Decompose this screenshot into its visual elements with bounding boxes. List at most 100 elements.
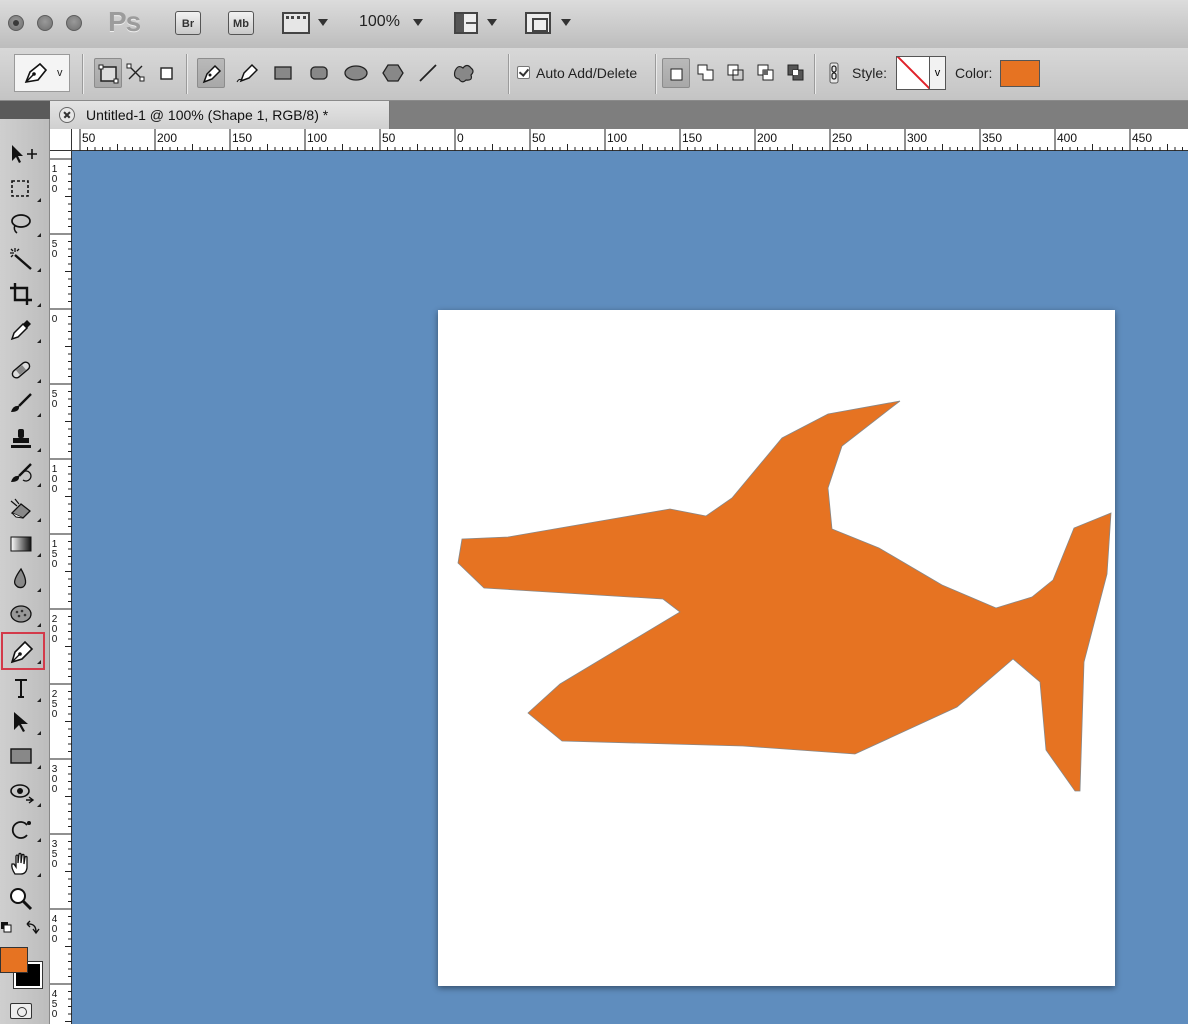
vertical-ruler[interactable] — [50, 151, 72, 1024]
marquee-tool[interactable] — [5, 174, 41, 204]
document-canvas[interactable] — [438, 310, 1115, 986]
view-extras-icon[interactable] — [282, 12, 310, 34]
custom-shape-icon — [453, 64, 474, 83]
ruler-origin[interactable] — [50, 129, 72, 151]
blur-tool[interactable] — [5, 564, 41, 594]
add-to-shape-area-button[interactable] — [692, 58, 720, 88]
zoom-level[interactable]: 100% — [359, 13, 400, 31]
sponge-tool[interactable] — [5, 599, 41, 629]
magic-wand-icon — [10, 248, 32, 270]
arrange-documents-icon[interactable] — [454, 12, 478, 34]
ruler-label: 450 — [1132, 131, 1153, 145]
launch-bridge-button[interactable]: Br — [175, 11, 201, 35]
tools-panel — [0, 119, 50, 1024]
tool-preset-picker[interactable]: v — [14, 54, 70, 92]
eyedropper-tool[interactable] — [5, 315, 41, 345]
paths-mode-button[interactable] — [122, 58, 150, 88]
line-tool-button[interactable] — [414, 58, 442, 88]
brush-tool[interactable] — [5, 389, 41, 419]
style-picker-dropdown[interactable]: v — [930, 56, 946, 90]
shape-color-swatch[interactable] — [1000, 60, 1040, 87]
history-brush-icon — [11, 463, 32, 482]
screen-mode-dropdown-icon[interactable] — [561, 19, 571, 26]
canvas-svg — [457, 400, 1112, 792]
ruler-label: 100 — [307, 131, 328, 145]
ruler-label: 50 — [82, 131, 96, 145]
separator — [82, 54, 83, 94]
ruler-label: 200 — [757, 131, 778, 145]
close-window-button[interactable] — [8, 15, 24, 31]
foreground-color-swatch[interactable] — [0, 947, 28, 973]
ruler-label: 0 — [457, 131, 464, 145]
minimize-window-button[interactable] — [37, 15, 53, 31]
intersect-shape-areas-button[interactable] — [752, 58, 780, 88]
path-selection-tool[interactable] — [5, 707, 41, 737]
crop-tool[interactable] — [5, 279, 41, 309]
link-layer-style-button[interactable] — [820, 58, 848, 88]
document-title: Untitled-1 @ 100% (Shape 1, RGB/8) * — [86, 107, 329, 123]
exclude-overlapping-areas-button[interactable] — [782, 58, 810, 88]
eraser-icon — [10, 498, 31, 519]
paths-icon — [126, 63, 145, 82]
type-tool[interactable] — [5, 674, 41, 704]
vertical-ruler-ticks — [50, 158, 72, 1022]
screen-mode-icon[interactable] — [525, 12, 551, 34]
fill-pixels-mode-button[interactable] — [152, 58, 180, 88]
3d-rotate-tool[interactable] — [5, 779, 41, 809]
rounded-rectangle-tool-button[interactable] — [305, 58, 333, 88]
subtract-from-shape-area-button[interactable] — [722, 58, 750, 88]
add-shape-icon — [697, 64, 714, 81]
pen-tool[interactable] — [1, 632, 45, 670]
stamp-icon — [11, 429, 31, 448]
eraser-tool[interactable] — [5, 494, 41, 524]
exclude-shape-icon — [787, 64, 804, 81]
horizontal-ruler[interactable]: 50 200 150 100 50 0 50 100 150 200 250 300 350 400 450 — [72, 129, 1188, 151]
launch-mini-bridge-button[interactable]: Mb — [228, 11, 254, 35]
intersect-shape-icon — [757, 64, 774, 81]
custom-shape-tool-button[interactable] — [449, 58, 477, 88]
move-tool[interactable] — [5, 139, 41, 169]
history-brush-tool[interactable] — [5, 459, 41, 489]
style-picker[interactable] — [896, 56, 930, 90]
polygon-tool-button[interactable] — [379, 58, 407, 88]
rectangle-tool-button[interactable] — [269, 58, 297, 88]
move-icon — [12, 145, 37, 163]
view-extras-dropdown-icon[interactable] — [318, 19, 328, 26]
close-document-icon[interactable] — [59, 107, 75, 123]
gradient-icon — [10, 536, 32, 552]
default-colors-control[interactable] — [0, 919, 44, 939]
lasso-tool[interactable] — [5, 209, 41, 239]
3d-orbit-tool[interactable] — [5, 814, 41, 844]
bandage-icon — [11, 361, 31, 379]
zoom-window-button[interactable] — [66, 15, 82, 31]
zoom-dropdown-icon[interactable] — [413, 19, 423, 26]
shape-tool[interactable] — [5, 741, 41, 771]
clone-stamp-tool[interactable] — [5, 424, 41, 454]
hand-tool[interactable] — [5, 849, 41, 879]
preset-caret: v — [57, 67, 63, 79]
shape-layers-mode-button[interactable] — [94, 58, 122, 88]
auto-add-delete-checkbox[interactable] — [517, 66, 530, 79]
ruler-label: 250 — [832, 131, 853, 145]
gradient-tool[interactable] — [5, 529, 41, 559]
ruler-label: 50 — [382, 131, 396, 145]
tools-panel-header[interactable] — [0, 101, 50, 119]
pen-tool-button[interactable] — [197, 58, 225, 88]
quick-mask-button[interactable] — [10, 1003, 32, 1019]
zoom-tool[interactable] — [5, 884, 41, 914]
auto-add-delete-label[interactable]: Auto Add/Delete — [536, 65, 637, 81]
shape-1-fish-path[interactable] — [457, 400, 1112, 792]
shape-layers-icon — [98, 64, 119, 84]
pen-icon — [202, 64, 222, 84]
quick-selection-tool[interactable] — [5, 244, 41, 274]
arrange-dropdown-icon[interactable] — [487, 19, 497, 26]
new-shape-layer-icon — [670, 68, 683, 81]
create-new-shape-layer-button[interactable] — [662, 58, 690, 88]
color-label: Color: — [955, 65, 993, 81]
ellipse-tool-button[interactable] — [341, 58, 369, 88]
ruler-label: 300 — [907, 131, 928, 145]
spot-healing-brush-tool[interactable] — [5, 355, 41, 385]
style-label: Style: — [852, 65, 888, 81]
freeform-pen-tool-button[interactable] — [233, 58, 261, 88]
type-icon — [15, 679, 27, 698]
